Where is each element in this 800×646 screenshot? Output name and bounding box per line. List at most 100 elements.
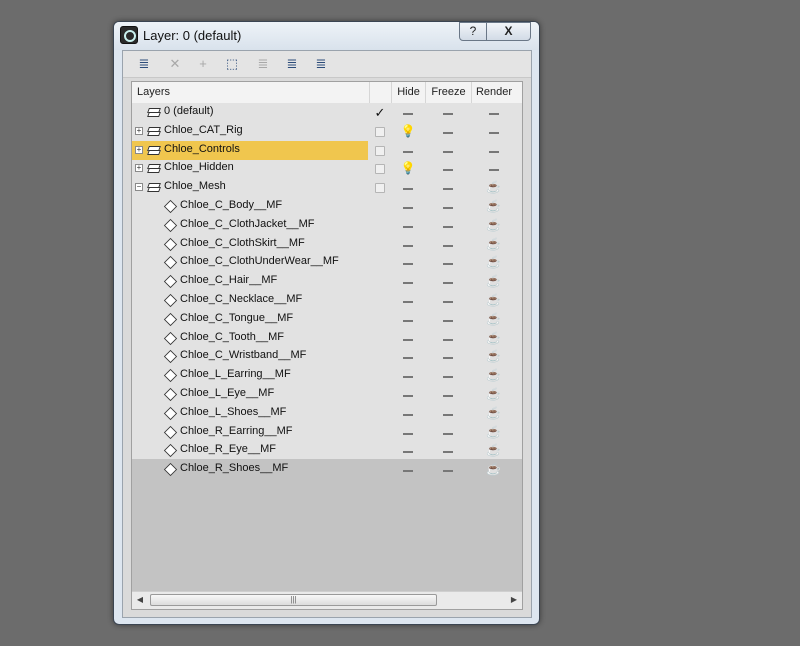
renderable-teapot-icon[interactable]: ☕ — [471, 237, 516, 251]
scroll-thumb[interactable]: ||| — [150, 594, 437, 606]
render-toggle-dash-icon[interactable] — [471, 161, 516, 173]
title-bar[interactable]: Layer: 0 (default) ? X — [114, 22, 539, 50]
collapse-icon[interactable]: − — [135, 183, 143, 192]
hide-toggle-dash-icon[interactable] — [391, 443, 425, 455]
layer-row[interactable]: − Chloe_Mesh ☕ — [132, 178, 522, 197]
object-name[interactable]: Chloe_C_ClothJacket__MF — [180, 218, 315, 230]
column-header-freeze[interactable]: Freeze — [425, 82, 471, 103]
column-header-render[interactable]: Render — [471, 82, 516, 103]
freeze-toggle-dash-icon[interactable] — [425, 368, 471, 380]
freeze-toggle-dash-icon[interactable] — [425, 218, 471, 230]
renderable-teapot-icon[interactable]: ☕ — [471, 443, 516, 457]
freeze-toggle-dash-icon[interactable] — [425, 161, 471, 173]
freeze-toggle-dash-icon[interactable] — [425, 293, 471, 305]
layer-name[interactable]: Chloe_CAT_Rig — [164, 124, 243, 136]
set-current-checkbox[interactable] — [375, 145, 385, 156]
freeze-toggle-dash-icon[interactable] — [425, 274, 471, 286]
freeze-toggle-dash-icon[interactable] — [425, 331, 471, 343]
renderable-teapot-icon[interactable]: ☕ — [471, 180, 516, 194]
hide-toggle-dash-icon[interactable] — [391, 349, 425, 361]
layer-row[interactable]: + Chloe_CAT_Rig 💡 — [132, 122, 522, 141]
object-name[interactable]: Chloe_C_Hair__MF — [180, 274, 277, 286]
renderable-teapot-icon[interactable]: ☕ — [471, 218, 516, 232]
object-name[interactable]: Chloe_L_Eye__MF — [180, 387, 274, 399]
object-row[interactable]: Chloe_C_ClothUnderWear__MF ☕ — [132, 253, 522, 272]
renderable-teapot-icon[interactable]: ☕ — [471, 199, 516, 213]
object-row[interactable]: Chloe_C_ClothJacket__MF ☕ — [132, 216, 522, 235]
renderable-teapot-icon[interactable]: ☕ — [471, 462, 516, 476]
hide-toggle-dash-icon[interactable] — [391, 143, 425, 155]
hide-toggle-dash-icon[interactable] — [391, 368, 425, 380]
set-current-checkbox[interactable] — [375, 126, 385, 137]
object-row[interactable]: Chloe_C_Wristband__MF ☕ — [132, 347, 522, 366]
layer-row[interactable]: + Chloe_Controls — [132, 140, 522, 160]
hide-toggle-dash-icon[interactable] — [391, 218, 425, 230]
object-name[interactable]: Chloe_C_Body__MF — [180, 199, 282, 211]
object-row[interactable]: Chloe_C_ClothSkirt__MF ☕ — [132, 235, 522, 254]
hide-toggle-dash-icon[interactable] — [391, 387, 425, 399]
hide-toggle-dash-icon[interactable] — [391, 331, 425, 343]
object-name[interactable]: Chloe_C_Necklace__MF — [180, 293, 302, 305]
render-toggle-dash-icon[interactable] — [471, 124, 516, 136]
delete-layer-button[interactable]: ✕ — [166, 55, 184, 73]
freeze-toggle-dash-icon[interactable] — [425, 105, 471, 117]
freeze-toggle-dash-icon[interactable] — [425, 387, 471, 399]
render-toggle-dash-icon[interactable] — [471, 143, 516, 155]
hide-toggle-dash-icon[interactable] — [391, 293, 425, 305]
hide-toggle-dash-icon[interactable] — [391, 199, 425, 211]
object-name[interactable]: Chloe_R_Earring__MF — [180, 425, 293, 437]
object-row[interactable]: Chloe_R_Earring__MF ☕ — [132, 423, 522, 442]
object-name[interactable]: Chloe_C_ClothSkirt__MF — [180, 237, 305, 249]
set-current-checkbox[interactable] — [375, 183, 385, 194]
scroll-left-arrow-icon[interactable]: ◀ — [132, 592, 148, 608]
object-row[interactable]: Chloe_R_Shoes__MF ☕ — [132, 460, 522, 479]
freeze-toggle-dash-icon[interactable] — [425, 143, 471, 155]
renderable-teapot-icon[interactable]: ☕ — [471, 255, 516, 269]
renderable-teapot-icon[interactable]: ☕ — [471, 293, 516, 307]
hide-toggle-dash-icon[interactable] — [391, 274, 425, 286]
hide-toggle-dash-icon[interactable] — [391, 406, 425, 418]
renderable-teapot-icon[interactable]: ☕ — [471, 406, 516, 420]
expand-icon[interactable]: + — [135, 126, 143, 135]
freeze-toggle-dash-icon[interactable] — [425, 406, 471, 418]
renderable-teapot-icon[interactable]: ☕ — [471, 331, 516, 345]
layer-settings-button[interactable]: ≣ — [312, 55, 330, 73]
layer-row[interactable]: + Chloe_Hidden 💡 — [132, 159, 522, 178]
renderable-teapot-icon[interactable]: ☕ — [471, 368, 516, 382]
freeze-toggle-dash-icon[interactable] — [425, 124, 471, 136]
object-name[interactable]: Chloe_C_Tooth__MF — [180, 331, 284, 343]
hide-freeze-all-button[interactable]: ≣ — [283, 55, 301, 73]
hidden-lightbulb-icon[interactable]: 💡 — [391, 124, 425, 138]
highlight-selected-button[interactable]: ≣ — [254, 55, 272, 73]
expand-icon[interactable]: + — [135, 145, 143, 154]
renderable-teapot-icon[interactable]: ☕ — [471, 425, 516, 439]
current-layer-check-icon[interactable]: ✓ — [369, 105, 391, 121]
help-button[interactable]: ? — [459, 22, 487, 41]
object-row[interactable]: Chloe_R_Eye__MF ☕ — [132, 441, 522, 460]
column-header-layers[interactable]: Layers — [137, 82, 170, 103]
object-name[interactable]: Chloe_C_Tongue__MF — [180, 312, 293, 324]
set-current-checkbox[interactable] — [375, 164, 385, 175]
object-row[interactable]: Chloe_C_Hair__MF ☕ — [132, 272, 522, 291]
layer-name[interactable]: 0 (default) — [164, 105, 214, 117]
freeze-toggle-dash-icon[interactable] — [425, 349, 471, 361]
object-row[interactable]: Chloe_L_Eye__MF ☕ — [132, 385, 522, 404]
freeze-toggle-dash-icon[interactable] — [425, 255, 471, 267]
renderable-teapot-icon[interactable]: ☕ — [471, 274, 516, 288]
hidden-lightbulb-icon[interactable]: 💡 — [391, 161, 425, 175]
object-row[interactable]: Chloe_L_Shoes__MF ☕ — [132, 404, 522, 423]
freeze-toggle-dash-icon[interactable] — [425, 237, 471, 249]
hide-toggle-dash-icon[interactable] — [391, 237, 425, 249]
renderable-teapot-icon[interactable]: ☕ — [471, 312, 516, 326]
object-row[interactable]: Chloe_C_Necklace__MF ☕ — [132, 291, 522, 310]
close-button[interactable]: X — [486, 22, 531, 41]
layer-name[interactable]: Chloe_Controls — [164, 143, 240, 155]
layer-name[interactable]: Chloe_Mesh — [164, 180, 226, 192]
freeze-toggle-dash-icon[interactable] — [425, 180, 471, 192]
object-row[interactable]: Chloe_C_Body__MF ☕ — [132, 197, 522, 216]
freeze-toggle-dash-icon[interactable] — [425, 443, 471, 455]
expand-icon[interactable]: + — [135, 164, 143, 173]
hide-toggle-dash-icon[interactable] — [391, 255, 425, 267]
freeze-toggle-dash-icon[interactable] — [425, 312, 471, 324]
layer-name[interactable]: Chloe_Hidden — [164, 161, 234, 173]
